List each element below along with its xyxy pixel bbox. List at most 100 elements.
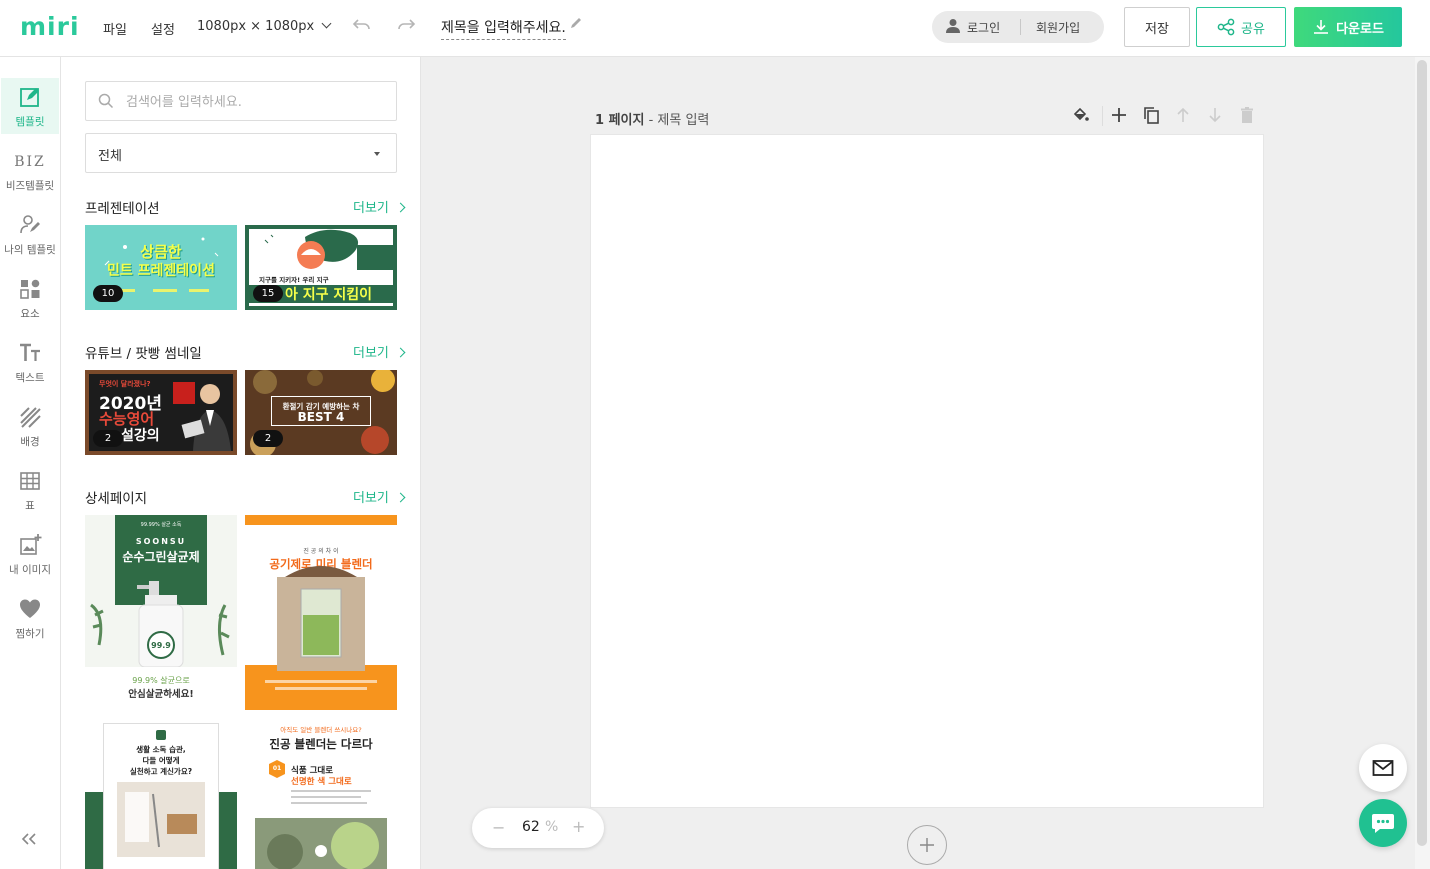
search-box[interactable] — [85, 81, 397, 121]
auth-group: 로그인 회원가입 — [932, 11, 1104, 43]
zoom-in-button[interactable]: + — [572, 817, 585, 836]
chat-button[interactable] — [1359, 799, 1407, 847]
share-button[interactable]: 공유 — [1196, 7, 1286, 47]
mail-button[interactable] — [1359, 744, 1407, 792]
chat-icon — [1372, 814, 1394, 833]
zoom-value[interactable]: 62 — [522, 819, 540, 835]
left-nav: 템플릿 BIZ 비즈템플릿 나의 템플릿 요소 텍스트 배경 표 내 이미지 찜… — [0, 57, 61, 869]
thumb-text: 99.9% 살균으로 — [132, 676, 190, 685]
chevron-down-icon — [321, 18, 332, 29]
category-select-value: 전체 — [98, 149, 122, 164]
thumb-hex — [255, 760, 387, 869]
zoom-control: − 62 % + — [472, 808, 604, 848]
arrow-down-icon[interactable] — [1206, 106, 1224, 128]
nav-label: 텍스트 — [15, 372, 45, 384]
person-icon — [946, 19, 960, 33]
template-thumb[interactable]: 환절기 감기 예방하는 차 BEST 4 2 — [245, 370, 397, 455]
trash-icon[interactable] — [1238, 106, 1256, 128]
background-icon — [0, 404, 60, 430]
template-thumb[interactable]: 지구를 지키자! 우리 지구 아 지구 지킴이 15 — [245, 225, 397, 310]
thumb-text: 안심살균하세요! — [128, 689, 194, 700]
biz-icon: BIZ — [14, 154, 46, 170]
more-link-presentation[interactable]: 더보기 — [353, 197, 406, 216]
caret-down-icon — [374, 152, 380, 156]
more-link-detail-page[interactable]: 더보기 — [353, 487, 406, 506]
more-label: 더보기 — [353, 491, 389, 506]
menu-file[interactable]: 파일 — [103, 19, 127, 38]
template-thumb[interactable]: 아직도 일반 블렌더 쓰시나요? 진공 블렌더는 다르다 01 식품 그대로 선… — [245, 722, 397, 869]
zoom-out-button[interactable]: − — [492, 818, 505, 837]
divider — [1020, 19, 1021, 35]
template-edit-icon — [1, 84, 59, 110]
thumb-text: 실천하고 계신가요? — [129, 767, 193, 776]
my-template-icon — [0, 212, 60, 238]
mail-icon — [1372, 760, 1394, 776]
more-link-youtube[interactable]: 더보기 — [353, 342, 406, 361]
undo-icon[interactable] — [352, 17, 372, 38]
page-title-input[interactable]: 제목 입력 — [657, 113, 709, 128]
design-canvas[interactable] — [591, 135, 1263, 807]
share-label: 공유 — [1241, 21, 1265, 37]
chevron-right-icon — [395, 202, 406, 213]
nav-label: 템플릿 — [15, 116, 45, 128]
save-button[interactable]: 저장 — [1124, 7, 1190, 47]
vertical-scrollbar[interactable] — [1417, 60, 1427, 846]
nav-favorite[interactable]: 찜하기 — [0, 590, 60, 646]
template-thumb[interactable]: 99.99% 살균 소독 SOONSU 순수그린살균제 99.9 99.9% 살… — [85, 515, 237, 705]
nav-my-template[interactable]: 나의 템플릿 — [0, 206, 60, 262]
download-label: 다운로드 — [1336, 21, 1384, 37]
nav-label: 내 이미지 — [9, 564, 51, 576]
zoom-unit: % — [545, 819, 559, 835]
nav-label: 배경 — [20, 436, 40, 448]
fill-color-icon[interactable] — [1072, 106, 1090, 128]
share-icon — [1217, 18, 1235, 36]
top-header: miri 파일 설정 1080px × 1080px 제목을 입력해주세요. 로… — [0, 0, 1430, 57]
thumb-text: 생활 소독 습관, — [136, 745, 186, 754]
thumb-text: 선명한 색 그대로 — [291, 777, 352, 787]
collapse-panel-icon[interactable] — [20, 827, 38, 851]
search-input[interactable] — [126, 91, 386, 113]
category-select[interactable]: 전체 — [85, 133, 397, 173]
nav-label: 찜하기 — [15, 628, 45, 640]
chevron-right-icon — [395, 347, 406, 358]
nav-background[interactable]: 배경 — [0, 398, 60, 454]
download-button[interactable]: 다운로드 — [1294, 7, 1402, 47]
add-page-button[interactable] — [907, 825, 947, 865]
thumb-text: 지구를 지키자! 우리 지구 — [259, 276, 329, 284]
copy-icon[interactable] — [1142, 106, 1160, 128]
page-count-badge: 15 — [253, 285, 283, 302]
table-icon — [0, 468, 60, 494]
menu-settings[interactable]: 설정 — [151, 19, 175, 38]
heart-icon — [0, 596, 60, 622]
nav-elements[interactable]: 요소 — [0, 270, 60, 326]
thumb-text: 상큼한 — [140, 243, 182, 261]
template-thumb[interactable]: 무엇이 달라졌나? 2020년 수능영어 설강의 2 — [85, 370, 237, 455]
login-link[interactable]: 로그인 — [967, 19, 1000, 36]
template-thumb[interactable]: 상큼한 민트 프레젠테이션 10 — [85, 225, 237, 310]
document-title-input[interactable]: 제목을 입력해주세요. — [441, 17, 566, 40]
nav-label: 표 — [25, 500, 35, 512]
thumb-text: 99.9 — [151, 641, 171, 650]
nav-label: 비즈템플릿 — [5, 180, 55, 192]
arrow-up-icon[interactable] — [1174, 106, 1192, 128]
redo-icon[interactable] — [396, 17, 416, 38]
divider — [1102, 106, 1103, 126]
section-title-presentation: 프레젠테이션 — [85, 201, 160, 217]
nav-table[interactable]: 표 — [0, 462, 60, 518]
template-thumb[interactable]: 생활 소독 습관, 다들 어떻게 실천하고 계신가요? — [85, 722, 237, 869]
canvas-size-select[interactable]: 1080px × 1080px — [197, 18, 332, 34]
template-thumb[interactable]: 진 공 의 차 이 공기제로 미리 블렌더 — [245, 515, 397, 710]
nav-biz-template[interactable]: BIZ 비즈템플릿 — [0, 142, 60, 198]
text-icon — [0, 340, 60, 366]
page-count-badge: 2 — [93, 430, 123, 447]
add-icon[interactable] — [1110, 106, 1128, 128]
nav-my-image[interactable]: 내 이미지 — [0, 526, 60, 582]
search-icon — [98, 93, 114, 109]
template-panel: 전체 프레젠테이션 더보기 상큼한 민트 프레젠테이션 10 지구를 지키자! … — [61, 57, 421, 869]
pencil-icon[interactable] — [569, 16, 583, 34]
thumb-text: BEST 4 — [297, 410, 345, 424]
nav-text[interactable]: 텍스트 — [0, 334, 60, 390]
nav-template[interactable]: 템플릿 — [1, 78, 59, 134]
signup-link[interactable]: 회원가입 — [1036, 19, 1080, 36]
miri-logo[interactable]: miri — [20, 12, 80, 41]
